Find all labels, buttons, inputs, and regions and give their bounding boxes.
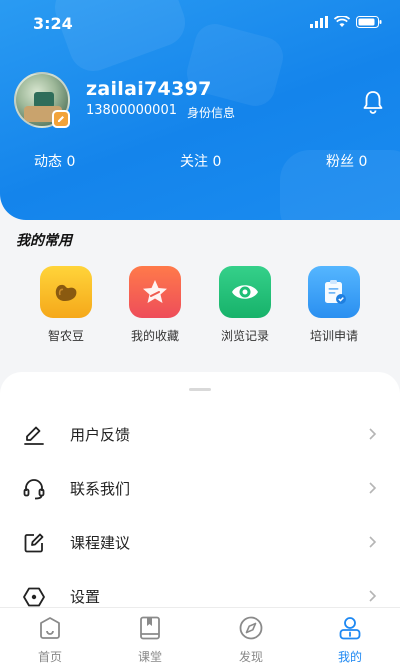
eye-icon (219, 266, 271, 318)
tab-label: 首页 (37, 650, 62, 664)
menu-panel: 用户反馈 联系我们 课程建议 设置 (0, 372, 400, 622)
shortcut-training[interactable]: 培训申请 (294, 266, 374, 344)
chevron-right-icon (369, 590, 377, 602)
menu-item-feedback[interactable]: 用户反馈 (0, 407, 400, 461)
menu-item-contact[interactable]: 联系我们 (0, 461, 400, 515)
status-bar: 3:24 (0, 12, 400, 36)
chevron-right-icon (369, 536, 377, 548)
headset-icon (23, 479, 45, 500)
tab-discover[interactable]: 发现 (211, 608, 291, 666)
status-time: 3:24 (33, 14, 73, 33)
tab-home[interactable]: 首页 (10, 608, 90, 666)
phone-number: 13800000001 (86, 103, 177, 118)
settings-hex-icon (23, 587, 45, 607)
signal-icon (310, 16, 328, 28)
drag-handle[interactable] (189, 388, 211, 391)
tab-label: 课堂 (137, 650, 162, 664)
menu-item-label: 设置 (70, 588, 101, 606)
stat-followers[interactable]: 粉丝 0 (326, 151, 367, 171)
star-icon (129, 266, 181, 318)
id-info-link[interactable]: 身份信息 (187, 104, 235, 121)
bell-icon[interactable] (362, 90, 384, 114)
stat-label: 粉丝 (326, 154, 354, 170)
shortcut-beans[interactable]: 智农豆 (26, 266, 106, 344)
tab-classroom[interactable]: 课堂 (110, 608, 190, 666)
menu-item-label: 联系我们 (70, 480, 131, 498)
tab-label: 发现 (238, 650, 263, 664)
stat-value: 0 (212, 154, 222, 170)
shortcut-history[interactable]: 浏览记录 (205, 266, 285, 344)
bean-icon (40, 266, 92, 318)
shortcut-label: 我的收藏 (130, 329, 179, 343)
clipboard-check-icon (308, 266, 360, 318)
status-icons (310, 16, 382, 28)
tab-mine[interactable]: 我的 (310, 608, 390, 666)
section-title: 我的常用 (16, 233, 72, 249)
edit-pen-icon (24, 426, 44, 445)
edit-square-icon (24, 533, 44, 553)
user-icon (339, 617, 361, 640)
menu-item-label: 用户反馈 (70, 426, 131, 444)
shortcut-label: 浏览记录 (220, 329, 269, 343)
stat-following[interactable]: 关注 0 (180, 151, 221, 171)
chevron-right-icon (369, 428, 377, 440)
shortcut-label: 智农豆 (47, 329, 84, 343)
wifi-icon (334, 16, 350, 27)
bottom-tab-bar: 首页 课堂 发现 我的 (0, 607, 400, 666)
shortcut-label: 培训申请 (309, 329, 358, 343)
battery-icon (356, 16, 382, 28)
menu-item-label: 课程建议 (70, 534, 131, 552)
shortcut-favorites[interactable]: 我的收藏 (115, 266, 195, 344)
chevron-right-icon (369, 482, 377, 494)
compass-icon (239, 616, 263, 640)
tab-label: 我的 (337, 650, 362, 664)
stat-label: 动态 (34, 154, 62, 170)
stat-label: 关注 (180, 154, 208, 170)
book-icon (140, 616, 160, 640)
stat-value: 0 (66, 154, 76, 170)
stat-value: 0 (358, 154, 368, 170)
menu-item-suggestion[interactable]: 课程建议 (0, 515, 400, 569)
avatar-edit-icon[interactable] (52, 110, 70, 128)
home-icon (40, 617, 60, 639)
stat-posts[interactable]: 动态 0 (34, 151, 75, 171)
username: zailai74397 (86, 78, 212, 100)
